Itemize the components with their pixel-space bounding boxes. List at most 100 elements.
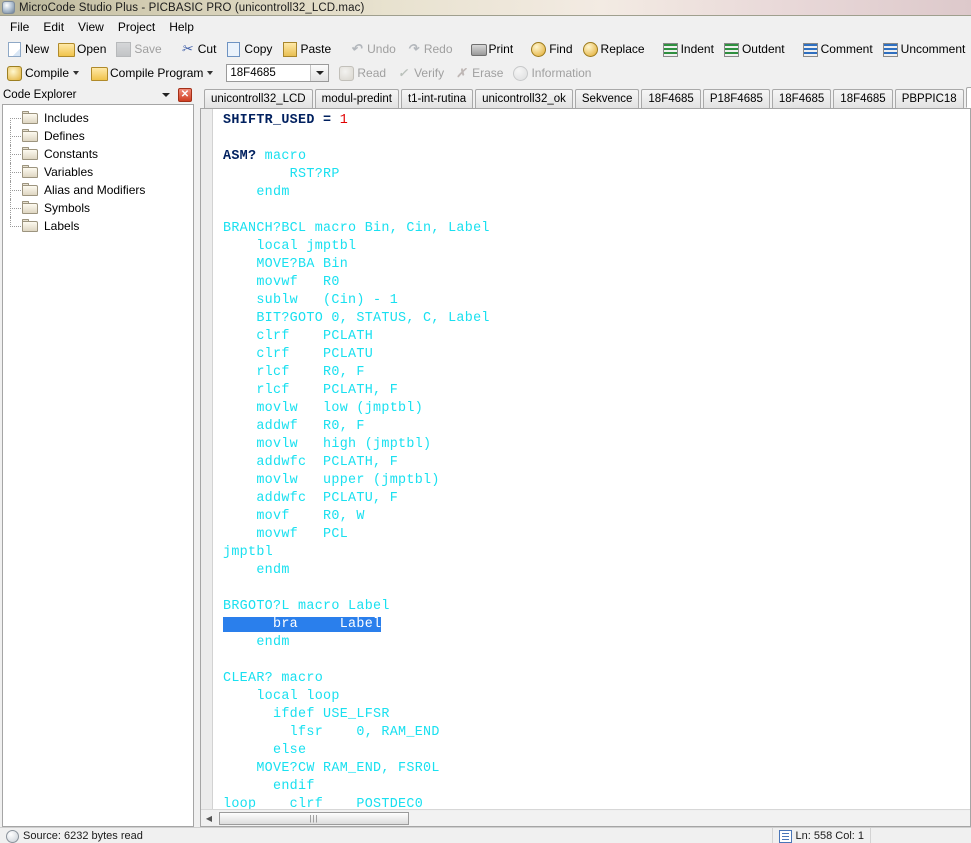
code-line[interactable]: ASM? macro — [223, 148, 970, 166]
replace-button[interactable]: Replace — [579, 39, 651, 59]
tab-sekvence[interactable]: Sekvence — [575, 89, 640, 108]
code-line[interactable]: movlw high (jmptbl) — [223, 436, 970, 454]
indent-button[interactable]: Indent — [659, 39, 720, 59]
paste-button[interactable]: Paste — [278, 39, 337, 59]
tree-item-symbols[interactable]: Symbols — [3, 199, 193, 217]
code-line[interactable]: local jmptbl — [223, 238, 970, 256]
code-line[interactable]: else — [223, 742, 970, 760]
open-button[interactable]: Open — [55, 39, 112, 59]
code-line[interactable]: sublw (Cin) - 1 — [223, 292, 970, 310]
code-line[interactable]: addwf R0, F — [223, 418, 970, 436]
code-line[interactable]: bra Label — [223, 616, 970, 634]
code-line[interactable]: endm — [223, 184, 970, 202]
print-button[interactable]: Print — [467, 39, 520, 59]
code-explorer-tree[interactable]: Includes Defines Constants Variables — [2, 104, 194, 827]
tab-18f4685-3[interactable]: 18F4685 — [833, 89, 892, 108]
compile-button[interactable]: Compile — [3, 63, 88, 83]
scroll-trough[interactable]: ||| — [217, 811, 970, 826]
menu-item-project[interactable]: Project — [111, 18, 162, 36]
redo-button[interactable]: ↷ Redo — [402, 39, 459, 59]
code-line[interactable]: addwfc PCLATH, F — [223, 454, 970, 472]
scroll-thumb[interactable]: ||| — [219, 812, 409, 825]
tab-18f4685-2[interactable]: 18F4685 — [772, 89, 831, 108]
code-line[interactable]: jmptbl — [223, 544, 970, 562]
tree-item-includes[interactable]: Includes — [3, 109, 193, 127]
tree-item-labels[interactable]: Labels — [3, 217, 193, 235]
tab-18f4685-1[interactable]: 18F4685 — [641, 89, 700, 108]
editor-gutter[interactable] — [201, 109, 213, 809]
menu-item-file[interactable]: File — [3, 18, 36, 36]
uncomment-button[interactable]: Uncomment — [879, 39, 971, 59]
tab-t1-int-rutina[interactable]: t1-int-rutina — [401, 89, 473, 108]
code-line[interactable]: loop clrf POSTDEC0 — [223, 796, 970, 809]
tab-pbppic18[interactable]: PBPPIC18 — [895, 89, 964, 108]
code-line[interactable]: BRANCH?BCL macro Bin, Cin, Label — [223, 220, 970, 238]
tree-item-variables[interactable]: Variables — [3, 163, 193, 181]
chevron-down-icon[interactable] — [162, 93, 170, 97]
code-line[interactable]: clrf PCLATH — [223, 328, 970, 346]
editor-horizontal-scrollbar[interactable]: ◀ ||| — [201, 809, 970, 826]
verify-button[interactable]: ✓ Verify — [392, 63, 450, 83]
comment-button[interactable]: Comment — [799, 39, 879, 59]
code-line[interactable] — [223, 580, 970, 598]
code-token: rlcf PCLATH, F — [223, 383, 398, 398]
code-line[interactable]: rlcf R0, F — [223, 364, 970, 382]
code-line[interactable]: endif — [223, 778, 970, 796]
code-line[interactable]: local loop — [223, 688, 970, 706]
code-line[interactable]: endm — [223, 562, 970, 580]
code-text-area[interactable]: SHIFTR_USED = 1 ASM? macro RST?RP endm B… — [213, 109, 970, 809]
find-binoculars-icon — [530, 41, 546, 57]
cut-button[interactable]: ✂ Cut — [176, 39, 223, 59]
close-icon[interactable]: ✕ — [178, 88, 192, 102]
scroll-left-arrow[interactable]: ◀ — [201, 811, 217, 826]
undo-button[interactable]: ↶ Undo — [345, 39, 402, 59]
code-line[interactable]: CLEAR? macro — [223, 670, 970, 688]
code-line[interactable]: movwf PCL — [223, 526, 970, 544]
compile-program-button[interactable]: Compile Program — [88, 63, 222, 83]
code-line[interactable]: BIT?GOTO 0, STATUS, C, Label — [223, 310, 970, 328]
code-line[interactable] — [223, 202, 970, 220]
code-line[interactable]: endm — [223, 634, 970, 652]
save-button[interactable]: Save — [112, 39, 167, 59]
code-line[interactable] — [223, 652, 970, 670]
code-token: clrf PCLATH — [223, 329, 373, 344]
tab-unicontroll32-lcd[interactable]: unicontroll32_LCD — [204, 89, 313, 108]
device-select[interactable]: 18F4685 — [226, 64, 329, 82]
find-button[interactable]: Find — [527, 39, 578, 59]
tree-item-defines[interactable]: Defines — [3, 127, 193, 145]
menu-item-view[interactable]: View — [71, 18, 111, 36]
menu-item-help[interactable]: Help — [162, 18, 201, 36]
tree-item-constants[interactable]: Constants — [3, 145, 193, 163]
tab-unicontrol[interactable]: unicontrol — [966, 87, 971, 108]
tab-p18f4685[interactable]: P18F4685 — [703, 89, 770, 108]
code-line[interactable]: addwfc PCLATU, F — [223, 490, 970, 508]
chevron-down-icon[interactable] — [207, 71, 213, 75]
tab-unicontroll32-ok[interactable]: unicontroll32_ok — [475, 89, 573, 108]
code-line[interactable]: clrf PCLATU — [223, 346, 970, 364]
new-button[interactable]: New — [3, 39, 55, 59]
tab-modul-predint[interactable]: modul-predint — [315, 89, 399, 108]
code-line[interactable]: movlw low (jmptbl) — [223, 400, 970, 418]
erase-button[interactable]: ✗ Erase — [450, 63, 509, 83]
device-select-dropdown-button[interactable] — [310, 65, 328, 81]
code-line[interactable]: MOVE?CW RAM_END, FSR0L — [223, 760, 970, 778]
code-line[interactable]: lfsr 0, RAM_END — [223, 724, 970, 742]
code-line[interactable]: BRGOTO?L macro Label — [223, 598, 970, 616]
application-window: MicroCode Studio Plus - PICBASIC PRO (un… — [0, 0, 971, 843]
code-line[interactable]: MOVE?BA Bin — [223, 256, 970, 274]
chevron-down-icon[interactable] — [73, 71, 79, 75]
information-button[interactable]: Information — [509, 63, 597, 83]
menu-item-edit[interactable]: Edit — [36, 18, 71, 36]
code-line[interactable]: RST?RP — [223, 166, 970, 184]
code-line[interactable]: rlcf PCLATH, F — [223, 382, 970, 400]
code-line[interactable] — [223, 130, 970, 148]
tree-item-alias-and-modifiers[interactable]: Alias and Modifiers — [3, 181, 193, 199]
code-line[interactable]: movf R0, W — [223, 508, 970, 526]
copy-button[interactable]: Copy — [222, 39, 278, 59]
read-button[interactable]: Read — [335, 63, 392, 83]
code-line[interactable]: movwf R0 — [223, 274, 970, 292]
outdent-button[interactable]: Outdent — [720, 39, 791, 59]
code-line[interactable]: SHIFTR_USED = 1 — [223, 112, 970, 130]
code-line[interactable]: movlw upper (jmptbl) — [223, 472, 970, 490]
code-line[interactable]: ifdef USE_LFSR — [223, 706, 970, 724]
